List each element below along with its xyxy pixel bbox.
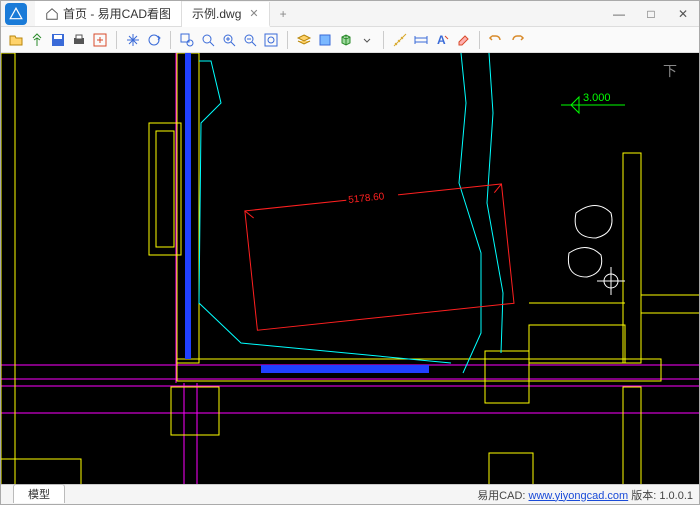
new-tab-button[interactable]: +: [270, 7, 297, 21]
pan-icon[interactable]: [124, 31, 142, 49]
tab-close-icon[interactable]: ✕: [249, 7, 258, 20]
open-icon[interactable]: [7, 31, 25, 49]
3d-icon[interactable]: [337, 31, 355, 49]
block-icon[interactable]: [316, 31, 334, 49]
app-logo: [5, 3, 27, 25]
print-icon[interactable]: [70, 31, 88, 49]
dimension-icon[interactable]: [412, 31, 430, 49]
separator: [287, 31, 288, 49]
drawing-canvas[interactable]: 下: [1, 53, 699, 485]
zoom-window-icon[interactable]: [178, 31, 196, 49]
window-controls: — □ ✕: [603, 1, 699, 26]
zoom-in-icon[interactable]: [220, 31, 238, 49]
close-button[interactable]: ✕: [667, 1, 699, 26]
palm-icon[interactable]: [28, 31, 46, 49]
model-tab[interactable]: 模型: [13, 484, 65, 503]
toolbar: A: [1, 27, 699, 53]
cad-drawing: 5178.60 3.000: [1, 53, 699, 485]
separator: [116, 31, 117, 49]
zoom-extents-icon[interactable]: [199, 31, 217, 49]
tab-file[interactable]: 示例.dwg ✕: [182, 2, 270, 27]
erase-icon[interactable]: [454, 31, 472, 49]
brand-link[interactable]: www.yiyongcad.com: [529, 490, 629, 502]
status-brand: 易用CAD: www.yiyongcad.com 版本: 1.0.0.1: [477, 487, 693, 503]
home-icon: [45, 7, 59, 21]
rotate-view-icon[interactable]: [145, 31, 163, 49]
svg-text:A: A: [437, 33, 446, 47]
separator: [479, 31, 480, 49]
maximize-button[interactable]: □: [635, 1, 667, 26]
text-icon[interactable]: A: [433, 31, 451, 49]
separator: [170, 31, 171, 49]
status-bar: 模型 易用CAD: www.yiyongcad.com 版本: 1.0.0.1: [1, 484, 699, 504]
measure-icon[interactable]: [391, 31, 409, 49]
minimize-button[interactable]: —: [603, 1, 635, 26]
redo-icon[interactable]: [508, 31, 526, 49]
layer-icon[interactable]: [295, 31, 313, 49]
save-icon[interactable]: [49, 31, 67, 49]
separator: [383, 31, 384, 49]
export-icon[interactable]: [91, 31, 109, 49]
elevation-marker: 3.000: [561, 92, 625, 113]
zoom-out-icon[interactable]: [241, 31, 259, 49]
tab-file-label: 示例.dwg: [192, 5, 241, 22]
zoom-all-icon[interactable]: [262, 31, 280, 49]
dropdown-icon[interactable]: [358, 31, 376, 49]
tab-home-label: 首页 - 易用CAD看图: [63, 5, 171, 22]
svg-text:3.000: 3.000: [583, 92, 611, 104]
undo-icon[interactable]: [487, 31, 505, 49]
tab-home[interactable]: 首页 - 易用CAD看图: [35, 1, 182, 26]
tab-bar: 首页 - 易用CAD看图 示例.dwg ✕ + — □ ✕: [1, 1, 699, 27]
